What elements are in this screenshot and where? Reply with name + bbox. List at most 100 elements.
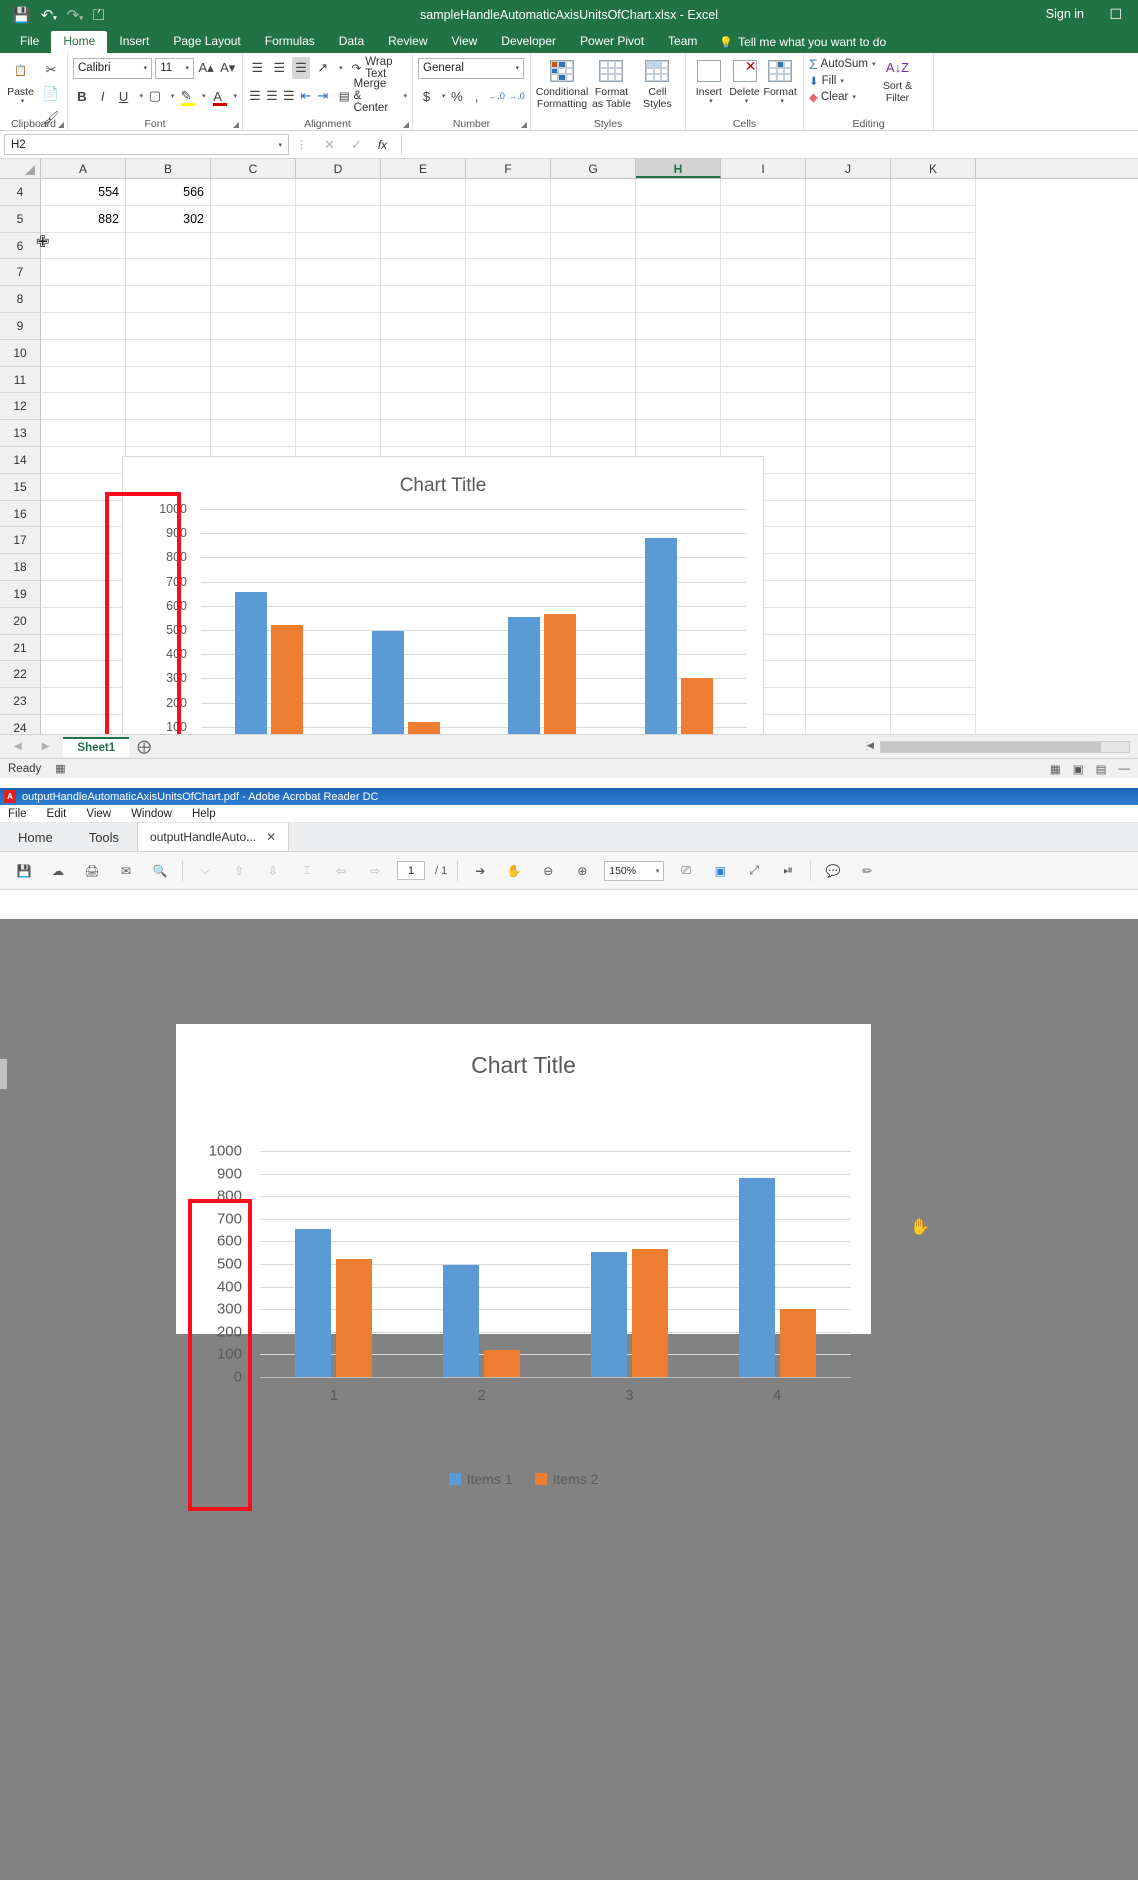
cell-E9[interactable] xyxy=(381,313,466,340)
menu-file[interactable]: File xyxy=(8,808,27,820)
cell-J4[interactable] xyxy=(806,179,891,206)
formula-input[interactable] xyxy=(401,134,1134,155)
ribbon-tab-developer[interactable]: Developer xyxy=(489,31,568,53)
cell-K10[interactable] xyxy=(891,340,976,367)
cell-B5[interactable]: 302 xyxy=(126,206,211,233)
column-header-f[interactable]: F xyxy=(466,159,551,178)
cell-B13[interactable] xyxy=(126,420,211,447)
cell-D8[interactable] xyxy=(296,286,381,313)
cell-F9[interactable] xyxy=(466,313,551,340)
cell-C12[interactable] xyxy=(211,393,296,420)
cell-J11[interactable] xyxy=(806,367,891,394)
zoom-out-icon[interactable]: ⊖ xyxy=(536,859,560,883)
cell-B9[interactable] xyxy=(126,313,211,340)
cell-E8[interactable] xyxy=(381,286,466,313)
cell-F8[interactable] xyxy=(466,286,551,313)
cell-J5[interactable] xyxy=(806,206,891,233)
sort-filter-button[interactable]: A↓Z Sort & Filter xyxy=(875,56,919,104)
row-header-9[interactable]: 9 xyxy=(0,313,41,340)
cell-B6[interactable] xyxy=(126,233,211,260)
cell-A14[interactable] xyxy=(41,447,126,474)
cell-J21[interactable] xyxy=(806,635,891,662)
row-header-8[interactable]: 8 xyxy=(0,286,41,313)
email-icon[interactable]: ✉ xyxy=(114,859,138,883)
cell-B12[interactable] xyxy=(126,393,211,420)
column-header-k[interactable]: K xyxy=(891,159,976,178)
horizontal-scrollbar[interactable]: ◀ xyxy=(880,741,1130,753)
highlight-icon[interactable]: ✏ xyxy=(855,859,879,883)
ribbon-display-options-icon[interactable]: ☐ xyxy=(1109,6,1122,23)
cell-I13[interactable] xyxy=(721,420,806,447)
cancel-formula-icon[interactable]: ✕ xyxy=(324,137,335,153)
cell-A6[interactable] xyxy=(41,233,126,260)
row-header-20[interactable]: 20 xyxy=(0,608,41,635)
ribbon-tab-team[interactable]: Team xyxy=(656,31,709,53)
cell-J9[interactable] xyxy=(806,313,891,340)
cell-K19[interactable] xyxy=(891,581,976,608)
cell-A11[interactable] xyxy=(41,367,126,394)
menu-help[interactable]: Help xyxy=(192,808,216,820)
previous-page-icon[interactable]: ⇧ xyxy=(227,859,251,883)
insert-function-icon[interactable]: fx xyxy=(378,138,387,152)
cell-F10[interactable] xyxy=(466,340,551,367)
cell-F12[interactable] xyxy=(466,393,551,420)
save-icon[interactable]: 💾 xyxy=(12,859,36,883)
cell-D9[interactable] xyxy=(296,313,381,340)
font-dialog-launcher-icon[interactable]: ◢ xyxy=(233,120,239,129)
cell-E13[interactable] xyxy=(381,420,466,447)
cell-C11[interactable] xyxy=(211,367,296,394)
cell-C9[interactable] xyxy=(211,313,296,340)
normal-view-icon[interactable]: ▦ xyxy=(1050,762,1061,776)
cell-H4[interactable] xyxy=(636,179,721,206)
cell-K11[interactable] xyxy=(891,367,976,394)
cell-H8[interactable] xyxy=(636,286,721,313)
align-center-icon[interactable]: ☰ xyxy=(265,85,279,107)
scrollbar-thumb[interactable] xyxy=(881,742,1101,752)
fit-page-icon[interactable]: ▣ xyxy=(708,859,732,883)
borders-icon[interactable]: ▢ xyxy=(146,85,164,107)
column-header-j[interactable]: J xyxy=(806,159,891,178)
cell-C6[interactable] xyxy=(211,233,296,260)
row-header-15[interactable]: 15 xyxy=(0,474,41,501)
cell-I5[interactable] xyxy=(721,206,806,233)
cell-H5[interactable] xyxy=(636,206,721,233)
ribbon-tab-review[interactable]: Review xyxy=(376,31,439,53)
last-page-icon[interactable]: ⌶ xyxy=(295,859,319,883)
cell-F13[interactable] xyxy=(466,420,551,447)
row-header-11[interactable]: 11 xyxy=(0,367,41,394)
tell-me-box[interactable]: 💡 Tell me what you want to do xyxy=(709,31,896,53)
ribbon-tab-home[interactable]: Home xyxy=(51,31,107,53)
cell-J12[interactable] xyxy=(806,393,891,420)
cell-H6[interactable] xyxy=(636,233,721,260)
cell-E5[interactable] xyxy=(381,206,466,233)
row-header-21[interactable]: 21 xyxy=(0,635,41,662)
cell-J19[interactable] xyxy=(806,581,891,608)
cell-H13[interactable] xyxy=(636,420,721,447)
cell-J8[interactable] xyxy=(806,286,891,313)
save-icon[interactable]: 💾 xyxy=(12,8,31,23)
add-sheet-icon[interactable]: ⨁ xyxy=(137,738,151,755)
sign-in-button[interactable]: Sign in xyxy=(1046,7,1084,21)
bold-button[interactable]: B xyxy=(73,85,91,107)
cell-A8[interactable] xyxy=(41,286,126,313)
page-layout-view-icon[interactable]: ▣ xyxy=(1073,762,1084,776)
page-number-input[interactable]: 1 xyxy=(397,861,425,880)
row-header-7[interactable]: 7 xyxy=(0,259,41,286)
decrease-font-size-icon[interactable]: A▾ xyxy=(218,57,237,79)
menu-edit[interactable]: Edit xyxy=(47,808,67,820)
accessibility-icon[interactable]: ▦ xyxy=(55,762,65,775)
ribbon-tab-view[interactable]: View xyxy=(440,31,490,53)
cell-A10[interactable] xyxy=(41,340,126,367)
align-middle-icon[interactable]: ☰ xyxy=(270,57,289,79)
cell-K15[interactable] xyxy=(891,474,976,501)
cell-J18[interactable] xyxy=(806,554,891,581)
cell-E6[interactable] xyxy=(381,233,466,260)
align-left-icon[interactable]: ☰ xyxy=(248,85,262,107)
chevron-down-icon[interactable]: ▾ xyxy=(171,92,175,100)
cell-A5[interactable]: 882 xyxy=(41,206,126,233)
cell-J16[interactable] xyxy=(806,501,891,528)
align-bottom-icon[interactable]: ☰ xyxy=(292,57,311,79)
row-header-16[interactable]: 16 xyxy=(0,501,41,528)
fill-button[interactable]: ⬇ Fill ▾ xyxy=(809,74,875,88)
print-icon[interactable]: 🖨 xyxy=(80,859,104,883)
